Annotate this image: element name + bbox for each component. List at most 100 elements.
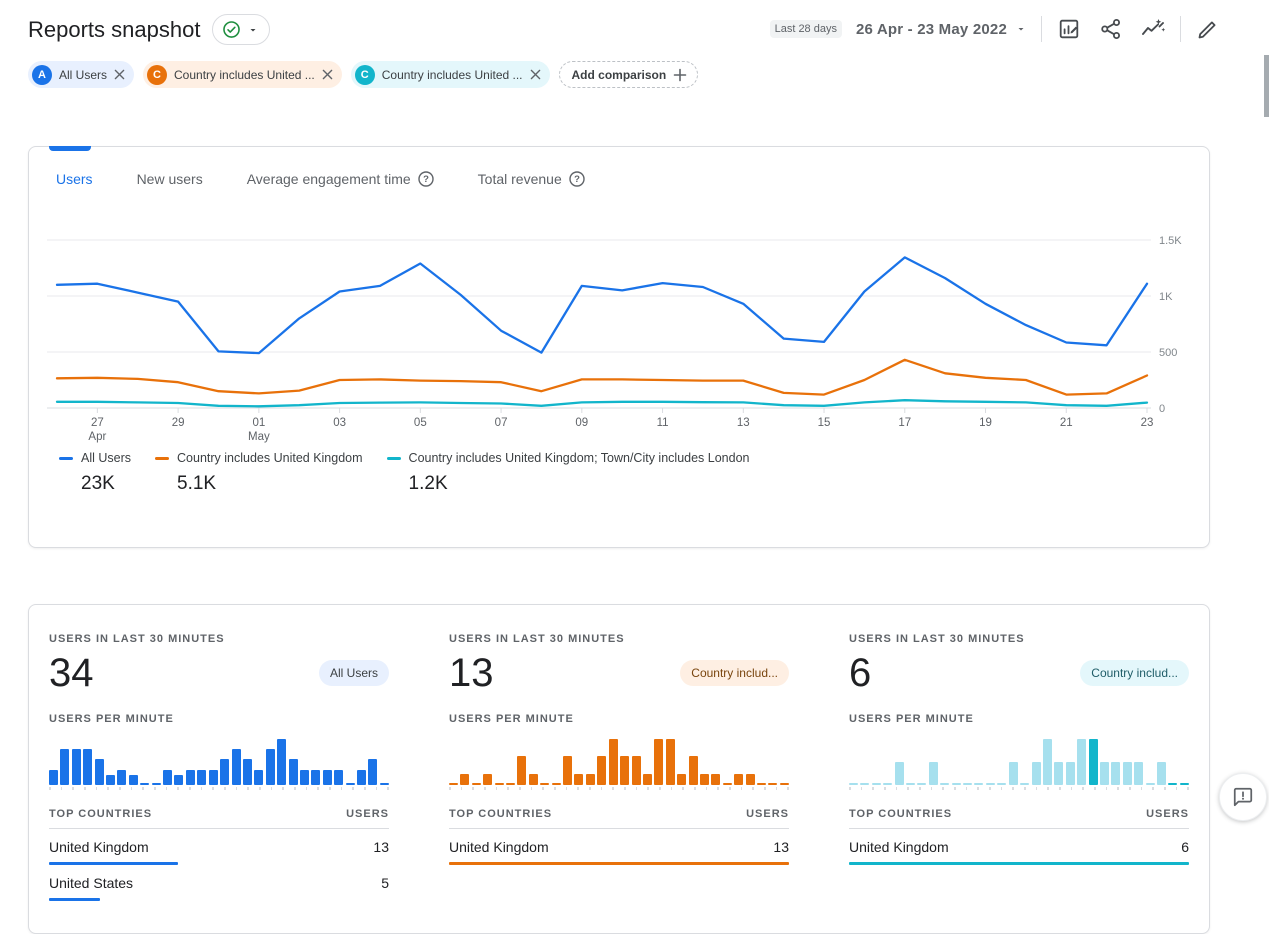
- edit-button[interactable]: [1195, 16, 1221, 42]
- minute-bar: [209, 770, 218, 785]
- svg-text:500: 500: [1159, 347, 1177, 359]
- axis-tick: [682, 787, 684, 790]
- minute-bar: [266, 749, 275, 785]
- tab-users[interactable]: Users: [56, 171, 93, 187]
- chart-legend: All Users 23K Country includes United Ki…: [59, 451, 749, 495]
- realtime-panel-country-uk: USERS IN LAST 30 MINUTES 13 Country incl…: [449, 633, 789, 933]
- users-30min-value: 6: [849, 651, 871, 696]
- tab-label: Total revenue: [478, 171, 562, 187]
- tab-total-revenue[interactable]: Total revenue ?: [478, 171, 585, 187]
- scrollbar-thumb[interactable]: [1264, 55, 1269, 117]
- close-icon[interactable]: [322, 69, 333, 80]
- svg-text:1K: 1K: [1159, 291, 1173, 303]
- minute-bar-slot: [963, 737, 972, 785]
- minute-bar-slot: [106, 737, 115, 785]
- axis-tick: [1059, 787, 1061, 790]
- comparison-badge: Country includ...: [1080, 660, 1189, 686]
- minute-bar-slot: [849, 737, 858, 785]
- minute-bar-slot: [209, 737, 218, 785]
- minute-bar-slot: [1168, 737, 1177, 785]
- insights-button[interactable]: [1140, 16, 1166, 42]
- minute-bar-slot: [243, 737, 252, 785]
- minute-bar: [940, 783, 949, 785]
- minute-bar-slot: [1146, 737, 1155, 785]
- share-button[interactable]: [1098, 16, 1124, 42]
- svg-text:?: ?: [423, 174, 429, 185]
- axis-tick: [977, 787, 979, 790]
- top-countries-header: TOP COUNTRIES: [449, 808, 552, 820]
- axis-tick: [189, 787, 191, 790]
- customize-report-button[interactable]: [1056, 16, 1082, 42]
- tab-label: Users: [56, 171, 93, 187]
- axis-tick: [507, 787, 509, 790]
- minute-bar-slot: [483, 737, 492, 785]
- minute-bar-slot: [140, 737, 149, 785]
- minute-bar: [483, 774, 492, 786]
- minute-bar-slot: [323, 737, 332, 785]
- report-status-pill[interactable]: [212, 14, 270, 45]
- axis-tick: [519, 787, 521, 790]
- axis-tick: [329, 787, 331, 790]
- legend-swatch: [59, 457, 73, 460]
- svg-text:29: 29: [172, 417, 185, 429]
- users-header: USERS: [1146, 808, 1189, 820]
- minute-bar: [906, 783, 915, 785]
- tab-average-engagement-time[interactable]: Average engagement time ?: [247, 171, 434, 187]
- minute-bar-slot: [311, 737, 320, 785]
- minute-bar: [495, 783, 504, 785]
- close-icon[interactable]: [530, 69, 541, 80]
- minute-axis-ticks: [849, 787, 1189, 790]
- minute-bar-slot: [609, 737, 618, 785]
- country-name: United Kingdom: [449, 839, 549, 855]
- minute-bar-slot: [677, 737, 686, 785]
- axis-tick: [1094, 787, 1096, 790]
- axis-tick: [1187, 787, 1189, 790]
- tab-label: New users: [137, 171, 203, 187]
- country-row: United States 5: [49, 865, 389, 901]
- help-icon[interactable]: ?: [569, 171, 585, 187]
- comparison-chip-country-uk[interactable]: C Country includes United ...: [143, 61, 342, 88]
- minute-bar: [700, 774, 709, 786]
- minute-bar-slot: [1180, 737, 1189, 785]
- users-header: USERS: [746, 808, 789, 820]
- comparison-chip-all-users[interactable]: A All Users: [28, 61, 134, 88]
- minute-bar-slot: [666, 737, 675, 785]
- minute-bar: [517, 756, 526, 785]
- minute-bar-slot: [643, 737, 652, 785]
- minute-bar: [666, 739, 675, 785]
- users-per-minute-label: USERS PER MINUTE: [849, 713, 1189, 725]
- axis-tick: [861, 787, 863, 790]
- axis-tick: [566, 787, 568, 790]
- minute-bar-slot: [1089, 737, 1098, 785]
- comparison-chip-country-uk-london[interactable]: C Country includes United ...: [351, 61, 550, 88]
- axis-tick: [84, 787, 86, 790]
- help-icon[interactable]: ?: [418, 171, 434, 187]
- axis-tick: [849, 787, 851, 790]
- date-range-selector[interactable]: 26 Apr - 23 May 2022: [856, 21, 1027, 38]
- axis-tick: [317, 787, 319, 790]
- feedback-button[interactable]: [1219, 773, 1267, 821]
- minute-bar: [689, 756, 698, 785]
- add-comparison-button[interactable]: Add comparison: [559, 61, 699, 88]
- minute-bar: [872, 783, 881, 785]
- axis-tick: [872, 787, 874, 790]
- axis-tick: [531, 787, 533, 790]
- users-per-minute-chart: [849, 737, 1189, 785]
- minute-bar-slot: [757, 737, 766, 785]
- country-users: 13: [773, 839, 789, 855]
- minute-bar-slot: [1066, 737, 1075, 785]
- minute-bar-slot: [517, 737, 526, 785]
- axis-tick: [612, 787, 614, 790]
- axis-tick: [776, 787, 778, 790]
- minute-bar-slot: [860, 737, 869, 785]
- minute-bar-slot: [929, 737, 938, 785]
- minute-bar-slot: [586, 737, 595, 785]
- minute-bar-slot: [883, 737, 892, 785]
- users-30min-value: 13: [449, 651, 494, 696]
- close-icon[interactable]: [114, 69, 125, 80]
- minute-bar: [540, 783, 549, 785]
- tab-new-users[interactable]: New users: [137, 171, 203, 187]
- metric-tabs: Users New users Average engagement time …: [56, 171, 585, 187]
- minute-bar-slot: [540, 737, 549, 785]
- svg-text:05: 05: [414, 417, 427, 429]
